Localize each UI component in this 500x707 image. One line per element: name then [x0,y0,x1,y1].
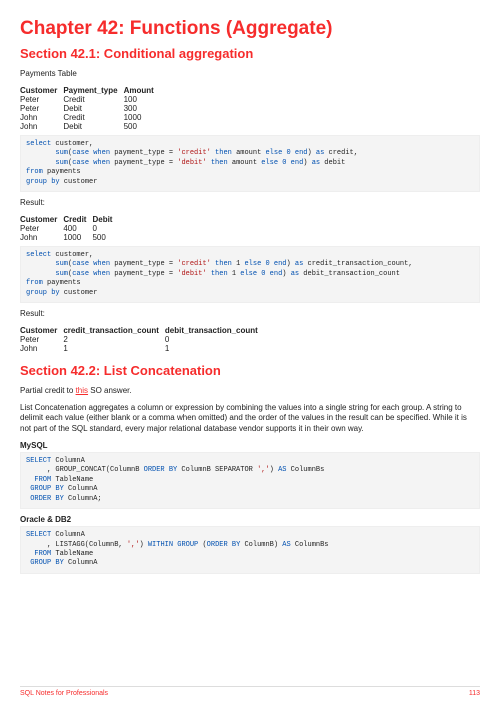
code-block-oracle: SELECT ColumnA , LISTAGG(ColumnB, ',') W… [20,526,480,574]
table-row: JohnCredit1000 [20,113,160,122]
table-header: Credit [63,215,92,224]
section-2-title: Section 42.2: List Concatenation [20,363,480,378]
table-header: Amount [124,86,160,95]
page-footer: SQL Notes for Professionals 113 [20,686,480,697]
table-header: Customer [20,86,63,95]
table-header: Customer [20,215,63,224]
result-label: Result: [20,309,480,320]
footer-title: SQL Notes for Professionals [20,690,108,697]
code-block-mysql: SELECT ColumnA , GROUP_CONCAT(ColumnB OR… [20,452,480,509]
table-header: Customer [20,326,63,335]
payments-table: Customer Payment_type Amount PeterCredit… [20,86,160,131]
code-block-2: select customer, sum(case when payment_t… [20,246,480,303]
result-label: Result: [20,198,480,209]
table-row: Peter20 [20,335,264,344]
table-row: JohnDebit500 [20,122,160,131]
so-answer-link[interactable]: this [76,386,88,395]
mysql-label: MySQL [20,441,480,450]
chapter-title: Chapter 42: Functions (Aggregate) [20,18,480,40]
table-row: Peter4000 [20,224,118,233]
table-row: PeterDebit300 [20,104,160,113]
table-header: debit_transaction_count [165,326,264,335]
table-header: Payment_type [63,86,123,95]
code-block-1: select customer, sum(case when payment_t… [20,135,480,192]
table-row: John1000500 [20,233,118,242]
section-2-description: List Concatenation aggregates a column o… [20,403,480,435]
table-header: credit_transaction_count [63,326,165,335]
payments-table-label: Payments Table [20,69,480,80]
section-1-title: Section 42.1: Conditional aggregation [20,46,480,61]
page-number: 113 [469,690,480,697]
table-row: PeterCredit100 [20,95,160,104]
oracle-label: Oracle & DB2 [20,515,480,524]
credit-line: Partial credit to this SO answer. [20,386,480,397]
result-table-2: Customer credit_transaction_count debit_… [20,326,264,353]
table-header: Debit [92,215,118,224]
result-table-1: Customer Credit Debit Peter4000 John1000… [20,215,118,242]
table-row: John11 [20,344,264,353]
